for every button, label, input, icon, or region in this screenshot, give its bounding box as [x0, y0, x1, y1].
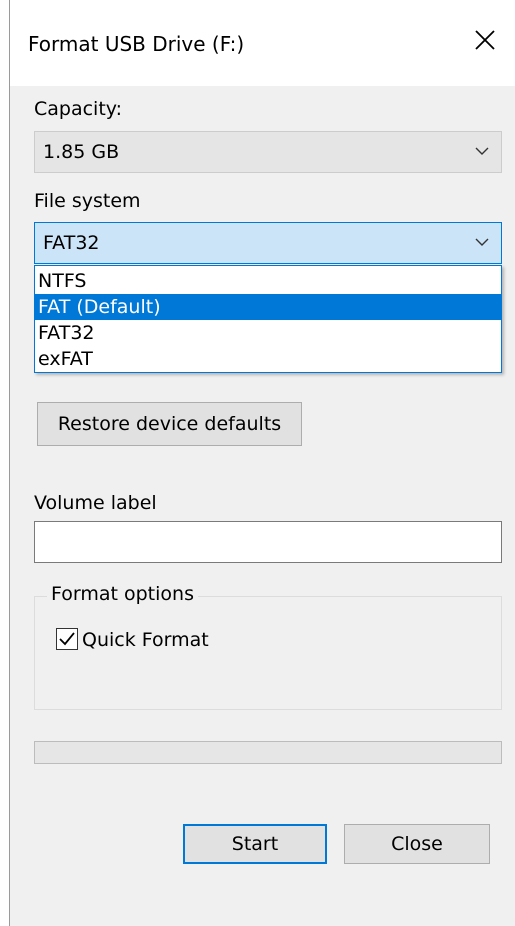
format-options-group: Format options	[34, 583, 502, 710]
volume-label-label: Volume label	[34, 492, 157, 514]
format-dialog: Format USB Drive (F:) Capacity: 1.85 GB …	[9, 0, 515, 926]
file-system-option[interactable]: FAT (Default)	[35, 294, 501, 320]
chevron-down-icon	[475, 147, 489, 155]
checkmark-icon	[59, 632, 75, 646]
restore-defaults-button[interactable]: Restore device defaults	[37, 402, 302, 446]
close-icon[interactable]	[473, 28, 497, 52]
start-button[interactable]: Start	[183, 824, 327, 864]
title-bar: Format USB Drive (F:)	[10, 0, 515, 86]
volume-label-input[interactable]	[34, 521, 502, 563]
format-progress-bar	[34, 741, 502, 764]
capacity-select[interactable]: 1.85 GB	[34, 131, 502, 173]
format-options-title: Format options	[47, 583, 198, 605]
file-system-option[interactable]: NTFS	[35, 268, 501, 294]
file-system-dropdown: NTFS FAT (Default) FAT32 exFAT	[34, 265, 502, 373]
capacity-value: 1.85 GB	[43, 141, 120, 163]
file-system-select[interactable]: FAT32	[34, 222, 502, 264]
file-system-label: File system	[34, 190, 141, 212]
file-system-value: FAT32	[43, 232, 100, 254]
file-system-option[interactable]: exFAT	[35, 346, 501, 372]
quick-format-label[interactable]: Quick Format	[82, 629, 209, 651]
file-system-option[interactable]: FAT32	[35, 320, 501, 346]
capacity-label: Capacity:	[34, 98, 123, 120]
dialog-title: Format USB Drive (F:)	[28, 32, 245, 56]
chevron-down-icon	[475, 238, 489, 246]
close-button[interactable]: Close	[344, 824, 490, 864]
quick-format-checkbox[interactable]	[56, 628, 78, 650]
